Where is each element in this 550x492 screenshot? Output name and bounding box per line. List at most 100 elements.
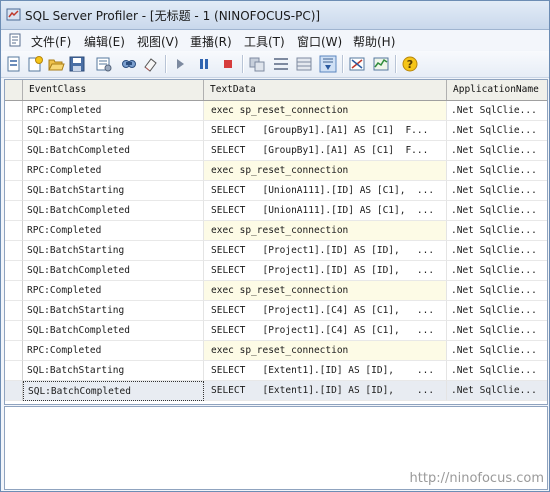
- row-selector: [5, 241, 23, 261]
- cell-textdata: SELECT [GroupBy1].[A1] AS [C1] F...: [204, 141, 447, 161]
- toolbar-separator: [165, 55, 167, 73]
- table-row[interactable]: SQL:BatchStarting SELECT [Extent1].[ID] A…: [5, 361, 547, 381]
- cell-textdata: SELECT [UnionA111].[ID] AS [C1], ...: [204, 201, 447, 221]
- row-selector: [5, 201, 23, 221]
- cell-eventclass: SQL:BatchCompleted: [23, 201, 204, 221]
- cell-applicationname: .Net SqlClie...: [447, 121, 547, 141]
- table-row[interactable]: SQL:BatchCompleted SELECT [UnionA111].[ID…: [5, 201, 547, 221]
- row-selector: [5, 281, 23, 301]
- cell-applicationname: .Net SqlClie...: [447, 301, 547, 321]
- toolbar-separator: [395, 55, 397, 73]
- cell-applicationname: .Net SqlClie...: [447, 141, 547, 161]
- menu-file[interactable]: 文件(F): [31, 33, 71, 50]
- pause-icon[interactable]: [195, 55, 213, 73]
- cell-eventclass: RPC:Completed: [23, 281, 204, 301]
- cell-applicationname: .Net SqlClie...: [447, 341, 547, 361]
- row-selector: [5, 381, 23, 401]
- column-header-textdata[interactable]: TextData: [204, 80, 447, 100]
- row-selector: [5, 221, 23, 241]
- find-icon[interactable]: [120, 55, 138, 73]
- document-icon[interactable]: [8, 33, 22, 47]
- row-selector: [5, 161, 23, 181]
- row-selector: [5, 361, 23, 381]
- toolbar-separator: [342, 55, 344, 73]
- cell-eventclass: RPC:Completed: [23, 341, 204, 361]
- perfmon-icon[interactable]: [372, 55, 390, 73]
- menu-view[interactable]: 视图(V): [137, 33, 179, 50]
- table-row[interactable]: SQL:BatchStarting SELECT [Project1].[ID] …: [5, 241, 547, 261]
- cell-textdata: exec sp_reset_connection: [204, 161, 447, 181]
- cell-applicationname: .Net SqlClie...: [447, 181, 547, 201]
- table-row[interactable]: SQL:BatchCompleted SELECT [GroupBy1].[A1]…: [5, 141, 547, 161]
- stop-icon[interactable]: [219, 55, 237, 73]
- cell-applicationname: .Net SqlClie...: [447, 221, 547, 241]
- table-row[interactable]: SQL:BatchStarting SELECT [GroupBy1].[A1] …: [5, 121, 547, 141]
- autoscroll-icon[interactable]: [319, 55, 337, 73]
- cell-applicationname: .Net SqlClie...: [447, 321, 547, 341]
- toolbar: ?: [1, 51, 549, 78]
- cell-eventclass: SQL:BatchStarting: [23, 241, 204, 261]
- menu-replay[interactable]: 重播(R): [190, 33, 232, 50]
- table-row[interactable]: RPC:Completed exec sp_reset_connection .Ne…: [5, 101, 547, 121]
- row-selector: [5, 341, 23, 361]
- clear-icon[interactable]: [141, 55, 159, 73]
- cell-eventclass: SQL:BatchCompleted: [23, 141, 204, 161]
- cell-eventclass: SQL:BatchStarting: [23, 361, 204, 381]
- cell-applicationname: .Net SqlClie...: [447, 281, 547, 301]
- step-icon[interactable]: [248, 55, 266, 73]
- cell-applicationname: .Net SqlClie...: [447, 241, 547, 261]
- menu-window[interactable]: 窗口(W): [297, 33, 342, 50]
- table-row[interactable]: SQL:BatchStarting SELECT [Project1].[C4] …: [5, 301, 547, 321]
- row-selector: [5, 181, 23, 201]
- row-selector: [5, 301, 23, 321]
- table-row[interactable]: SQL:BatchStarting SELECT [UnionA111].[ID]…: [5, 181, 547, 201]
- open-icon[interactable]: [47, 55, 65, 73]
- column-header-eventclass[interactable]: EventClass: [23, 80, 204, 100]
- menu-edit[interactable]: 编辑(E): [84, 33, 125, 50]
- row-selector: [5, 101, 23, 121]
- cell-textdata: exec sp_reset_connection: [204, 281, 447, 301]
- new-trace-icon[interactable]: [5, 55, 23, 73]
- row-selector: [5, 121, 23, 141]
- cell-applicationname: .Net SqlClie...: [447, 361, 547, 381]
- cell-applicationname: .Net SqlClie...: [447, 381, 547, 401]
- properties-icon[interactable]: [95, 55, 113, 73]
- table-row[interactable]: SQL:BatchCompleted SELECT [Project1].[ID]…: [5, 261, 547, 281]
- run-icon[interactable]: [171, 55, 189, 73]
- breakpoint-icon[interactable]: [272, 55, 290, 73]
- cell-textdata: SELECT [Project1].[ID] AS [ID], ...: [204, 261, 447, 281]
- cell-applicationname: .Net SqlClie...: [447, 201, 547, 221]
- cell-textdata: SELECT [Extent1].[ID] AS [ID], ...: [204, 361, 447, 381]
- new-template-icon[interactable]: [26, 55, 44, 73]
- table-row[interactable]: RPC:Completed exec sp_reset_connection .Ne…: [5, 161, 547, 181]
- table-row[interactable]: RPC:Completed exec sp_reset_connection .Ne…: [5, 281, 547, 301]
- row-selector: [5, 261, 23, 281]
- watch-icon[interactable]: [295, 55, 313, 73]
- save-icon[interactable]: [68, 55, 86, 73]
- cell-eventclass: RPC:Completed: [23, 221, 204, 241]
- cell-applicationname: .Net SqlClie...: [447, 261, 547, 281]
- help-icon[interactable]: ?: [401, 55, 419, 73]
- title-bar[interactable]: SQL Server Profiler - [无标题 - 1 (NINOFOCU…: [1, 1, 549, 30]
- cell-eventclass: RPC:Completed: [23, 101, 204, 121]
- table-row[interactable]: SQL:BatchCompleted SELECT [Project1].[C4]…: [5, 321, 547, 341]
- column-header-applicationname[interactable]: ApplicationName: [447, 80, 547, 100]
- toolbar-separator: [242, 55, 244, 73]
- cell-textdata: SELECT [Project1].[C4] AS [C1], ...: [204, 321, 447, 341]
- cell-textdata: exec sp_reset_connection: [204, 221, 447, 241]
- trace-grid[interactable]: EventClass TextData ApplicationName RPC:…: [4, 79, 548, 405]
- menu-help[interactable]: 帮助(H): [353, 33, 395, 50]
- cell-textdata: SELECT [UnionA111].[ID] AS [C1], ...: [204, 181, 447, 201]
- cell-eventclass: SQL:BatchStarting: [23, 121, 204, 141]
- menu-tools[interactable]: 工具(T): [244, 33, 285, 50]
- cell-eventclass: SQL:BatchCompleted: [23, 381, 204, 401]
- cell-eventclass: SQL:BatchStarting: [23, 181, 204, 201]
- cell-textdata: exec sp_reset_connection: [204, 101, 447, 121]
- profiler-icon[interactable]: [348, 55, 366, 73]
- table-row[interactable]: SQL:BatchCompleted SELECT [Extent1].[ID] …: [5, 381, 547, 401]
- table-row[interactable]: RPC:Completed exec sp_reset_connection .Ne…: [5, 341, 547, 361]
- cell-textdata: SELECT [GroupBy1].[A1] AS [C1] F...: [204, 121, 447, 141]
- cell-eventclass: SQL:BatchCompleted: [23, 321, 204, 341]
- table-row[interactable]: RPC:Completed exec sp_reset_connection .Ne…: [5, 221, 547, 241]
- svg-text:?: ?: [407, 58, 413, 71]
